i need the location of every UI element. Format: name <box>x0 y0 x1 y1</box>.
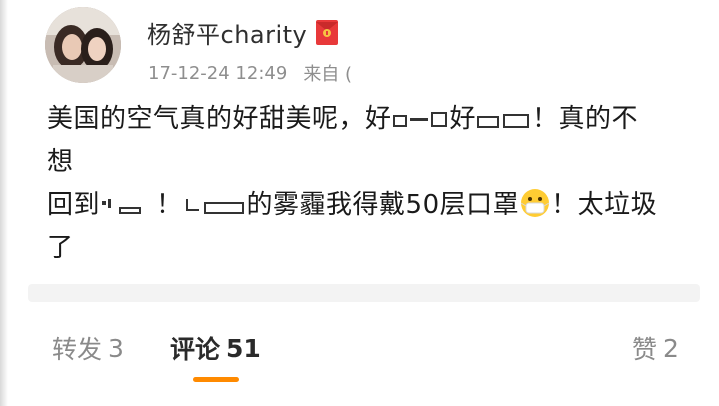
post-line: 想 <box>47 141 687 184</box>
post-text: 想 <box>47 147 74 177</box>
repost-count: 3 <box>108 333 124 363</box>
post-text: ！真的不 <box>532 104 639 134</box>
post-time: 17-12-24 12:49 <box>148 62 288 84</box>
author-name[interactable]: 杨舒平charity <box>147 15 307 50</box>
post-line: 了 <box>47 227 687 270</box>
avatar[interactable] <box>45 7 121 83</box>
post-text: ！ <box>156 190 183 220</box>
post-text: 了 <box>47 233 74 263</box>
mask-face-emoji <box>520 188 550 218</box>
post-text: 好 <box>449 104 477 134</box>
red-envelope-icon <box>316 19 339 45</box>
comment-count: 51 <box>226 333 261 363</box>
post-text: ！太垃圾 <box>551 190 658 220</box>
active-tab-indicator <box>193 377 239 382</box>
like-label: 赞 <box>632 335 658 364</box>
like-tab[interactable]: 赞 2 <box>632 326 679 370</box>
garbled-glyph <box>392 112 447 127</box>
like-count: 2 <box>663 333 679 363</box>
post-source[interactable]: 来自 ( <box>303 60 352 86</box>
post-meta: 17-12-24 12:49 来自 ( <box>148 60 352 86</box>
post-content: 美国的空气真的好甜美呢，好好！真的不 想 回到！的雾霾我得戴50层口罩 ！太垃圾 … <box>47 98 687 270</box>
repost-tab[interactable]: 转发 3 <box>52 326 124 370</box>
comment-label: 评论 <box>170 335 221 364</box>
garbled-glyph <box>102 199 142 214</box>
post-text: 的雾霾我得戴50层口罩 <box>246 190 520 220</box>
post-text: 美国的空气真的好甜美呢，好 <box>47 104 392 134</box>
garbled-glyph <box>185 199 244 214</box>
post-text: 回到 <box>47 190 101 220</box>
garbled-glyph <box>477 114 530 128</box>
author-row: 杨舒平charity <box>147 15 339 50</box>
post-line: 美国的空气真的好甜美呢，好 好 ！真的不 <box>47 98 687 141</box>
post-line: 回到 ！ 的雾霾我得戴50层口罩 ！太垃圾 <box>47 184 687 227</box>
comment-tab[interactable]: 评论 51 <box>170 326 261 370</box>
content-divider <box>28 284 700 302</box>
repost-label: 转发 <box>52 335 103 364</box>
weibo-post-card: 杨舒平charity 17-12-24 12:49 来自 ( 美国的空气真的好甜… <box>0 0 719 406</box>
action-bar: 转发 3 评论 51 赞 2 <box>0 326 719 370</box>
